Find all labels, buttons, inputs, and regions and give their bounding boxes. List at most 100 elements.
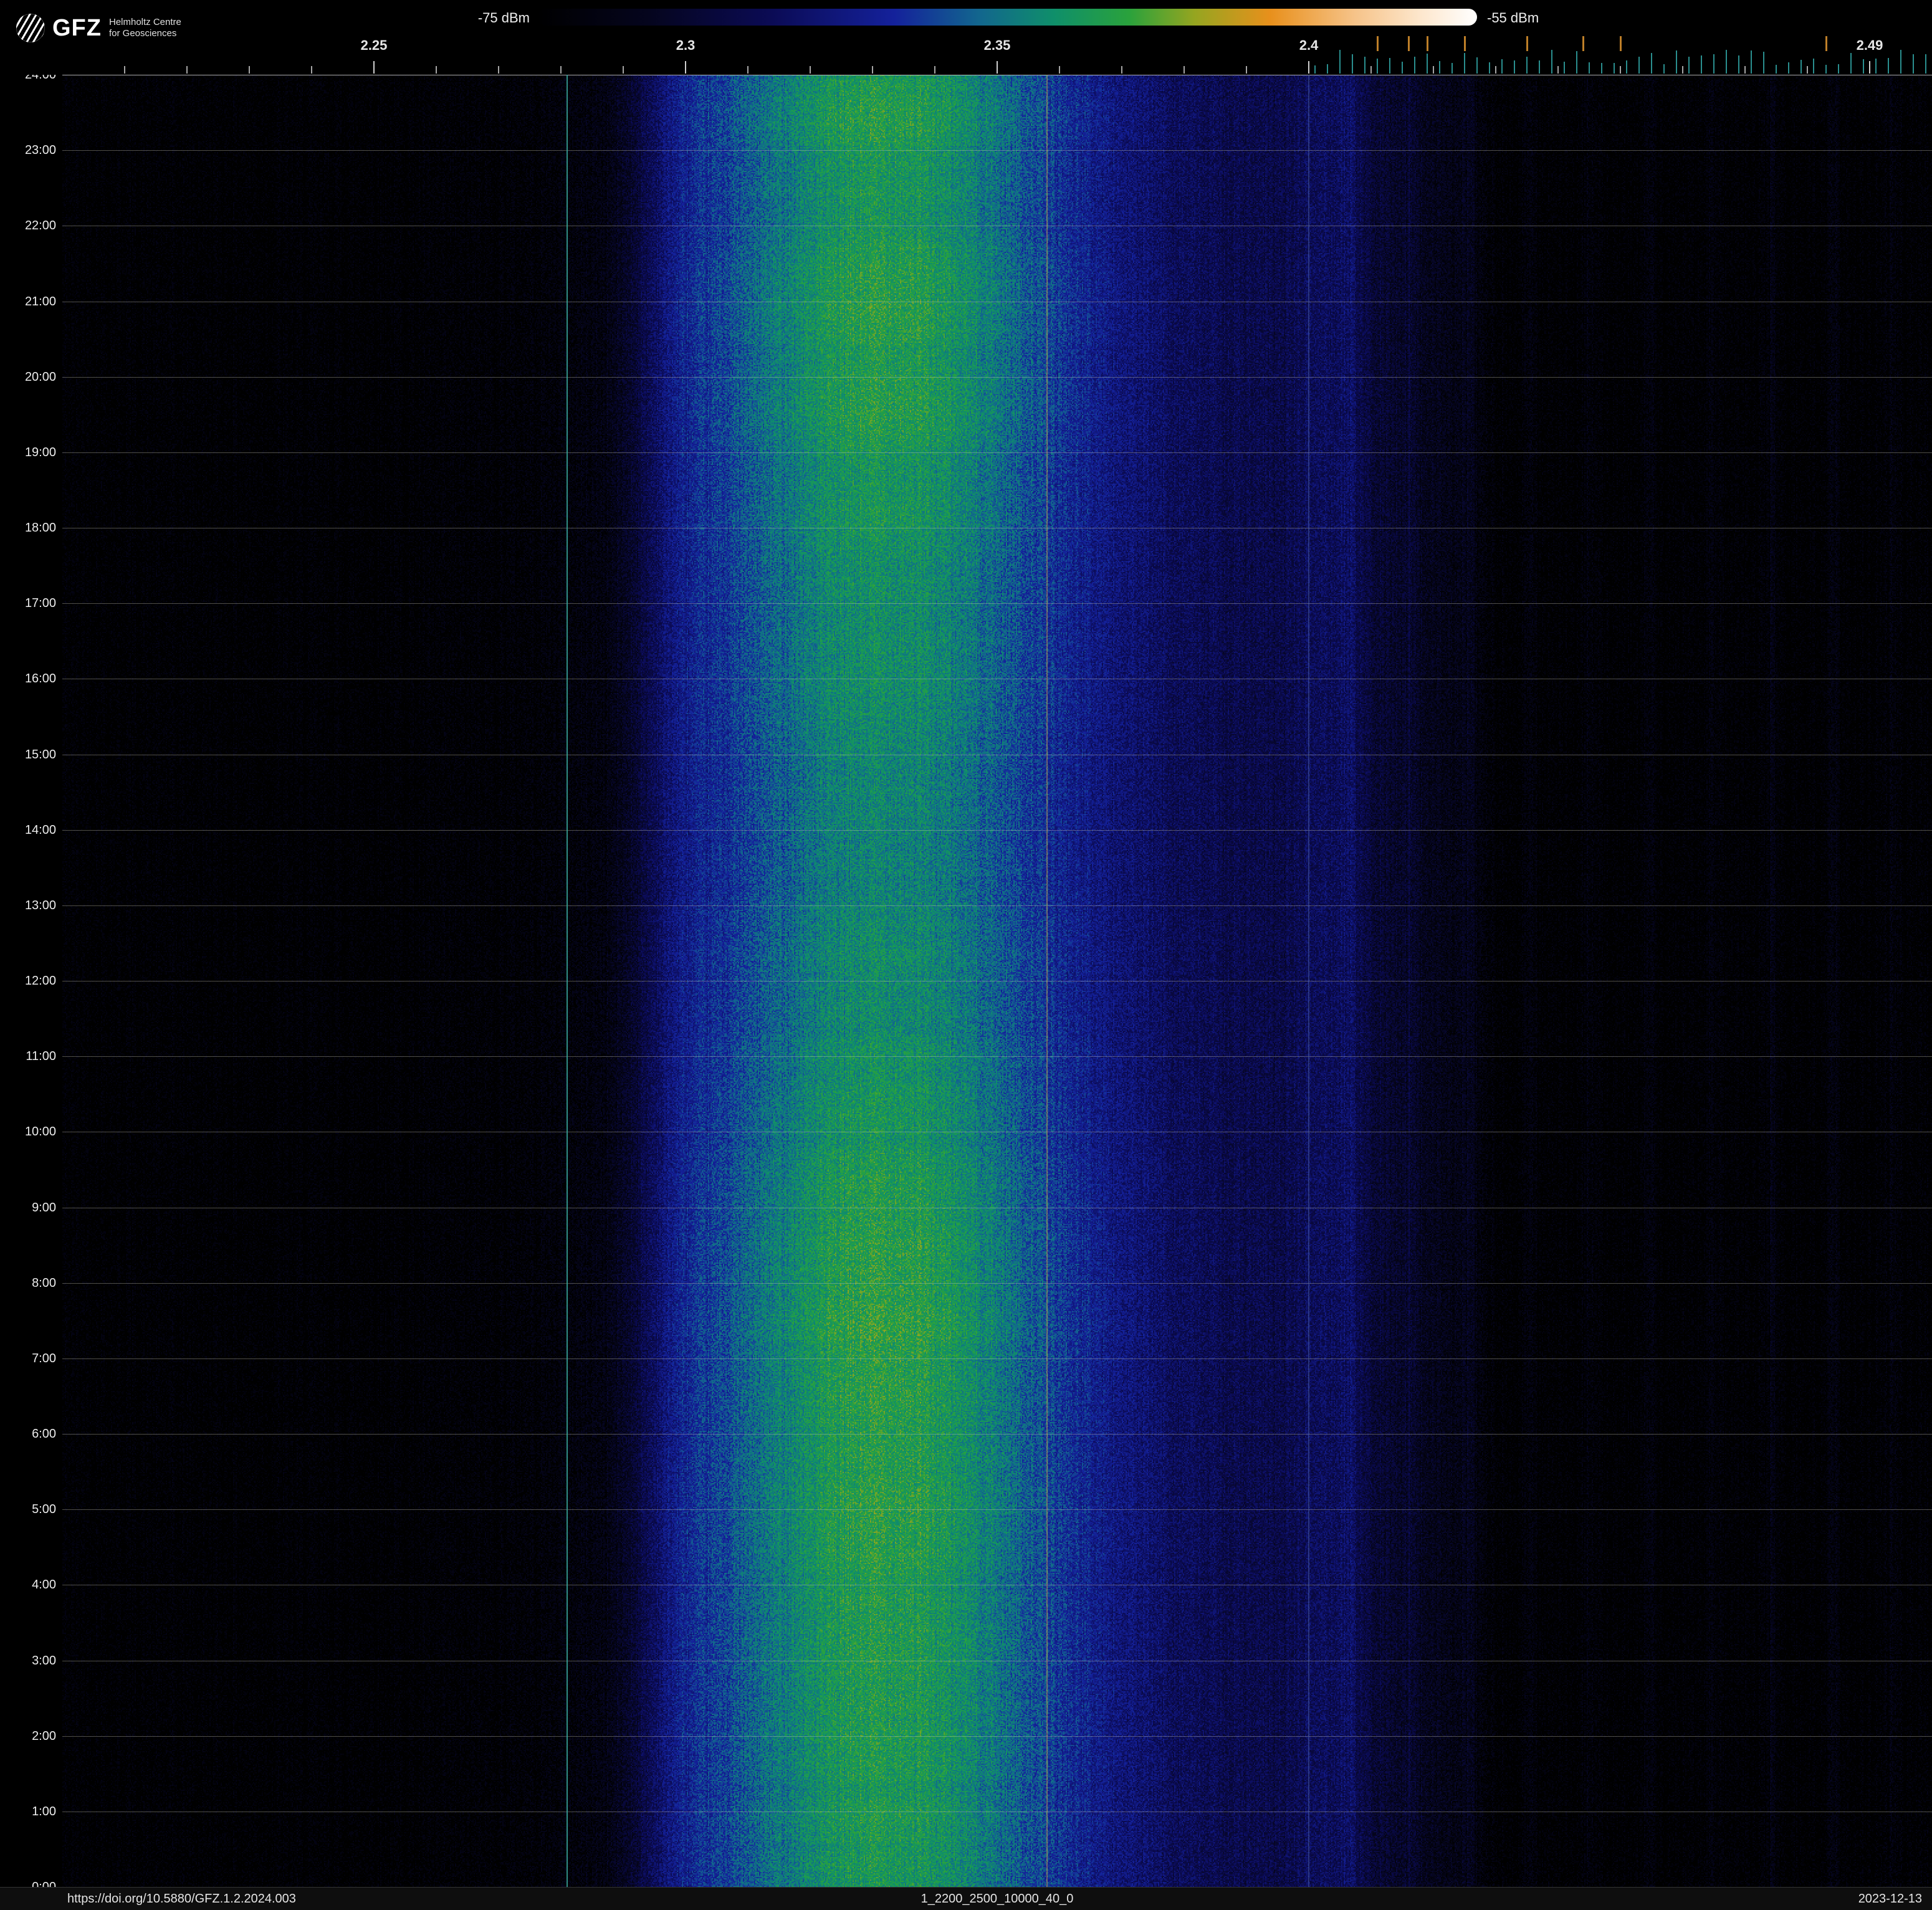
time-label: 11:00 bbox=[26, 1049, 56, 1064]
freq-marker-line bbox=[567, 75, 568, 1887]
time-label: 8:00 bbox=[32, 1276, 56, 1290]
time-label: 4:00 bbox=[32, 1578, 56, 1592]
channel-tick-teal bbox=[1539, 60, 1540, 74]
channel-tick-teal bbox=[1352, 54, 1353, 74]
hour-gridline bbox=[62, 376, 1932, 378]
doi-link[interactable]: https://doi.org/10.5880/GFZ.1.2.2024.003 bbox=[67, 1892, 296, 1906]
time-label: 2:00 bbox=[32, 1729, 56, 1743]
date-label: 2023-12-13 bbox=[1858, 1892, 1922, 1906]
freq-minor-tick bbox=[1433, 66, 1434, 74]
freq-major-tick bbox=[373, 61, 375, 74]
time-label: 13:00 bbox=[24, 898, 56, 912]
freq-minor-tick bbox=[1059, 66, 1060, 74]
time-label: 6:00 bbox=[32, 1427, 56, 1441]
freq-minor-tick bbox=[1184, 66, 1185, 74]
channel-tick-teal bbox=[1825, 65, 1827, 74]
hour-gridline bbox=[62, 1509, 1932, 1511]
freq-tick-label: 2.35 bbox=[983, 37, 1011, 53]
freq-marker-line bbox=[1046, 75, 1048, 1887]
channel-tick-teal bbox=[1651, 53, 1652, 74]
footer-bar: https://doi.org/10.5880/GFZ.1.2.2024.003… bbox=[0, 1887, 1932, 1910]
freq-minor-tick bbox=[498, 66, 499, 74]
time-label: 12:00 bbox=[24, 974, 56, 988]
channel-tick-teal bbox=[1576, 51, 1577, 74]
freq-marker-line bbox=[1308, 75, 1309, 1887]
channel-tick-teal bbox=[1888, 58, 1889, 74]
channel-tick-teal bbox=[1676, 50, 1677, 74]
channel-tick-teal bbox=[1427, 54, 1428, 74]
hour-gridline bbox=[62, 452, 1932, 453]
channel-tick-orange bbox=[1582, 36, 1584, 51]
channel-tick-teal bbox=[1638, 57, 1640, 74]
time-label: 3:00 bbox=[32, 1653, 56, 1668]
channel-tick-teal bbox=[1738, 55, 1739, 74]
channel-tick-teal bbox=[1626, 60, 1627, 74]
channel-tick-orange bbox=[1620, 36, 1622, 51]
freq-tick-label: 2.3 bbox=[676, 37, 696, 53]
time-label: 18:00 bbox=[24, 521, 56, 535]
channel-tick-orange bbox=[1464, 36, 1466, 51]
hour-gridline bbox=[62, 905, 1932, 906]
channel-tick-teal bbox=[1701, 55, 1702, 74]
time-label: 21:00 bbox=[24, 294, 56, 308]
freq-minor-tick bbox=[934, 66, 935, 74]
colorbar-gradient bbox=[537, 9, 1477, 26]
channel-tick-teal bbox=[1850, 53, 1852, 74]
channel-tick-teal bbox=[1614, 63, 1615, 74]
channel-tick-teal bbox=[1713, 54, 1714, 74]
channel-tick-teal bbox=[1389, 58, 1390, 74]
hour-gridline bbox=[62, 1282, 1932, 1284]
channel-tick-teal bbox=[1800, 60, 1802, 74]
freq-major-tick bbox=[1308, 61, 1309, 74]
channel-tick-teal bbox=[1314, 65, 1316, 74]
freq-minor-tick bbox=[186, 66, 188, 74]
channel-tick-teal bbox=[1751, 50, 1752, 74]
channel-tick-teal bbox=[1451, 63, 1453, 74]
channel-tick-orange bbox=[1526, 36, 1528, 51]
channel-tick-orange bbox=[1825, 36, 1827, 51]
time-label: 9:00 bbox=[32, 1200, 56, 1215]
freq-tick-label: 2.25 bbox=[360, 37, 388, 53]
freq-minor-tick bbox=[560, 66, 562, 74]
channel-tick-teal bbox=[1327, 64, 1328, 74]
freq-major-tick bbox=[685, 61, 686, 74]
colorbar-max-label: -55 dBm bbox=[1487, 10, 1539, 26]
channel-tick-orange bbox=[1427, 36, 1428, 51]
channel-tick-teal bbox=[1489, 62, 1490, 74]
freq-minor-tick bbox=[1370, 66, 1372, 74]
freq-minor-tick bbox=[1682, 66, 1683, 74]
channel-tick-teal bbox=[1564, 62, 1565, 74]
hour-gridline bbox=[62, 1056, 1932, 1058]
time-label: 7:00 bbox=[32, 1351, 56, 1365]
hour-gridline bbox=[62, 1358, 1932, 1359]
freq-minor-tick bbox=[249, 66, 250, 74]
hour-gridline bbox=[62, 1434, 1932, 1435]
freq-major-tick bbox=[997, 61, 998, 74]
channel-tick-teal bbox=[1589, 62, 1590, 74]
channel-tick-teal bbox=[1913, 54, 1914, 74]
dataset-id-label: 1_2200_2500_10000_40_0 bbox=[921, 1892, 1074, 1906]
channel-tick-teal bbox=[1663, 64, 1665, 74]
channel-tick-teal bbox=[1788, 62, 1789, 74]
freq-minor-tick bbox=[1495, 66, 1496, 74]
time-label: 22:00 bbox=[24, 219, 56, 233]
channel-tick-teal bbox=[1402, 62, 1403, 74]
freq-major-tick bbox=[1869, 61, 1870, 74]
time-label: 14:00 bbox=[24, 823, 56, 837]
freq-minor-tick bbox=[872, 66, 873, 74]
time-label: 23:00 bbox=[24, 143, 56, 158]
time-label: 20:00 bbox=[24, 370, 56, 384]
channel-tick-teal bbox=[1863, 59, 1864, 74]
channel-tick-teal bbox=[1414, 57, 1415, 74]
freq-minor-tick bbox=[1744, 66, 1746, 74]
channel-tick-orange bbox=[1377, 36, 1379, 51]
freq-minor-tick bbox=[311, 66, 312, 74]
channel-tick-teal bbox=[1551, 50, 1552, 74]
colorbar-legend: -75 dBm -55 dBm bbox=[0, 0, 1932, 35]
channel-tick-teal bbox=[1763, 52, 1764, 74]
channel-tick-teal bbox=[1688, 57, 1690, 74]
channel-tick-teal bbox=[1439, 61, 1440, 74]
time-label: 15:00 bbox=[24, 747, 56, 762]
channel-tick-teal bbox=[1526, 57, 1528, 74]
channel-tick-teal bbox=[1501, 59, 1503, 74]
